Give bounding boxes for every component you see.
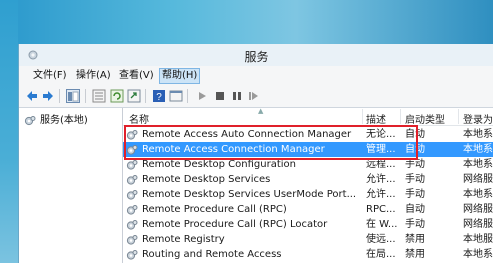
service-name: Remote Procedure Call (RPC) Locator (142, 219, 328, 230)
title-bar[interactable]: 服务 (19, 44, 493, 66)
toolbar-separator (85, 89, 86, 103)
console-tree-icon[interactable] (66, 89, 80, 103)
service-description: 在局... (366, 249, 396, 260)
export-list-icon[interactable] (127, 89, 141, 103)
service-name: Remote Access Connection Manager (142, 144, 325, 155)
desktop-background (0, 0, 493, 48)
service-description: 使远... (366, 234, 396, 245)
help-icon[interactable]: ? (152, 89, 166, 103)
service-gear-icon (126, 130, 138, 140)
tree-item-label: 服务(本地) (40, 115, 88, 126)
service-row[interactable]: Remote Procedure Call (RPC) RPC... 自动 网络服务 (123, 202, 493, 217)
menu-action[interactable]: 操作(A) (74, 69, 113, 83)
services-gear-icon (24, 116, 36, 126)
window-title: 服务 (244, 50, 269, 64)
service-log-on-as: 本地系统 (463, 129, 493, 140)
forward-arrow-icon[interactable] (41, 89, 55, 103)
menu-help[interactable]: 帮助(H) (159, 68, 201, 84)
tree-item-services-local[interactable]: 服务(本地) (24, 114, 88, 128)
service-name: Remote Desktop Services (142, 174, 271, 185)
service-description: 无论... (366, 129, 396, 140)
service-startup-type: 自动 (405, 204, 425, 215)
service-startup-type: 手动 (405, 219, 425, 230)
service-log-on-as: 本地系统 (463, 249, 493, 260)
column-header-name[interactable]: 名称 (129, 111, 149, 126)
service-log-on-as: 网络服务 (463, 174, 493, 185)
service-gear-icon (126, 250, 138, 260)
service-row[interactable]: Remote Desktop Services 允许... 手动 网络服务 (123, 172, 493, 187)
service-row[interactable]: Remote Desktop Configuration 远程... 手动 本地系统 (123, 157, 493, 172)
service-row[interactable]: Remote Registry 使远... 禁用 本地服务 (123, 232, 493, 247)
service-gear-icon (126, 235, 138, 245)
column-header-description[interactable]: 描述 (366, 111, 386, 126)
column-header-row: ▲ 名称 描述 启动类型 登录为 (123, 107, 493, 126)
service-startup-type: 自动 (405, 144, 425, 155)
play-icon[interactable] (195, 89, 209, 103)
column-divider[interactable] (458, 109, 459, 124)
service-startup-type: 禁用 (405, 234, 425, 245)
svg-text:?: ? (156, 92, 162, 103)
sort-ascending-icon: ▲ (258, 107, 264, 115)
services-window: 服务 文件(F) 操作(A) 查看(V) 帮助(H) ? 服务(本地) ▲ 名称… (18, 44, 493, 263)
service-log-on-as: 本地系统 (463, 189, 493, 200)
properties-icon[interactable] (92, 89, 106, 103)
service-description: RPC... (366, 204, 396, 215)
service-name: Remote Access Auto Connection Manager (142, 129, 352, 140)
service-startup-type: 手动 (405, 174, 425, 185)
service-row[interactable]: Routing and Remote Access 在局... 禁用 本地系统 (123, 247, 493, 262)
desktop-background-left (0, 0, 18, 263)
toolbar-separator (59, 89, 60, 103)
service-description: 管理... (366, 144, 396, 155)
menu-bar: 文件(F) 操作(A) 查看(V) 帮助(H) (19, 66, 493, 85)
column-divider[interactable] (362, 109, 363, 124)
menu-file[interactable]: 文件(F) (31, 69, 69, 83)
service-row[interactable]: Remote Procedure Call (RPC) Locator 在 W..… (123, 217, 493, 232)
back-arrow-icon[interactable] (25, 89, 39, 103)
column-divider[interactable] (400, 109, 401, 124)
service-log-on-as: 网络服务 (463, 219, 493, 230)
service-gear-icon (126, 190, 138, 200)
service-gear-icon (126, 175, 138, 185)
service-gear-icon (126, 220, 138, 230)
service-gear-icon (126, 145, 138, 155)
service-row[interactable]: Remote Desktop Services UserMode Port...… (123, 187, 493, 202)
pause-icon[interactable] (230, 89, 244, 103)
service-gear-icon (126, 160, 138, 170)
toolbar: ? (19, 85, 493, 108)
service-gear-icon (126, 205, 138, 215)
service-row[interactable]: Remote Access Auto Connection Manager 无论.… (123, 127, 493, 142)
stop-icon[interactable] (213, 89, 227, 103)
service-name: Remote Procedure Call (RPC) (142, 204, 287, 215)
service-description: 允许... (366, 174, 396, 185)
show-pane-icon[interactable] (169, 89, 183, 103)
toolbar-separator (145, 89, 146, 103)
refresh-icon[interactable] (110, 89, 124, 103)
services-list-pane: ▲ 名称 描述 启动类型 登录为 Remote Access Auto Conn… (123, 107, 493, 263)
service-log-on-as: 网络服务 (463, 204, 493, 215)
toolbar-separator (187, 89, 188, 103)
service-name: Remote Desktop Configuration (142, 159, 296, 170)
service-log-on-as: 本地系统 (463, 159, 493, 170)
service-name: Remote Registry (142, 234, 225, 245)
restart-icon[interactable] (247, 89, 261, 103)
service-description: 在 W... (366, 219, 398, 230)
service-description: 允许... (366, 189, 396, 200)
column-header-log-on-as[interactable]: 登录为 (463, 111, 493, 126)
service-name: Remote Desktop Services UserMode Port... (142, 189, 357, 200)
menu-view[interactable]: 查看(V) (117, 69, 156, 83)
service-description: 远程... (366, 159, 396, 170)
service-startup-type: 手动 (405, 159, 425, 170)
service-startup-type: 自动 (405, 129, 425, 140)
service-log-on-as: 本地服务 (463, 234, 493, 245)
service-log-on-as: 本地系统 (463, 144, 493, 155)
service-row[interactable]: Remote Access Connection Manager 管理... 自动 本… (123, 142, 493, 157)
service-startup-type: 手动 (405, 189, 425, 200)
console-tree-pane: 服务(本地) (19, 108, 123, 263)
column-header-startup-type[interactable]: 启动类型 (405, 111, 445, 126)
service-name: Routing and Remote Access (142, 249, 282, 260)
service-startup-type: 禁用 (405, 249, 425, 260)
